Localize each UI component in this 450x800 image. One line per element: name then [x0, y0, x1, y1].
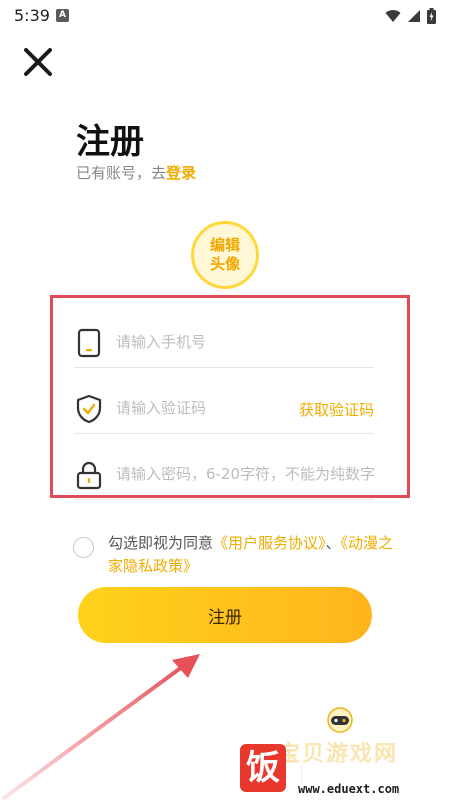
user-agreement-link[interactable]: 《用户服务协议》 — [213, 534, 326, 552]
notification-badge: A — [56, 9, 69, 22]
verification-code-input[interactable] — [116, 396, 286, 420]
signal-icon — [408, 10, 420, 22]
register-button[interactable]: 注册 — [78, 587, 372, 643]
status-bar: 5:39 A — [0, 0, 450, 32]
password-field — [74, 448, 374, 500]
lock-icon — [76, 461, 102, 490]
gamepad-icon — [327, 707, 353, 733]
agreement-separator: 、 — [325, 534, 341, 552]
edit-avatar-button[interactable]: 编辑头像 — [191, 221, 259, 289]
battery-icon — [427, 8, 436, 24]
login-link[interactable]: 登录 — [166, 164, 196, 182]
agreement-checkbox[interactable] — [73, 537, 94, 558]
agreement-text: 勾选即视为同意《用户服务协议》、《动漫之家隐私政策》 — [108, 532, 398, 578]
register-button-label: 注册 — [208, 607, 242, 628]
watermark-logo: 宝贝游戏网 饭 干饭手游网 www.eduext.com — [238, 706, 448, 798]
verification-code-field: 获取验证码 — [74, 382, 374, 434]
login-prompt: 已有账号，去登录 — [76, 162, 196, 183]
page-title: 注册 — [76, 122, 144, 162]
status-time: 5:39 — [14, 6, 50, 25]
watermark-url: www.eduext.com — [298, 782, 400, 796]
close-button[interactable] — [20, 44, 56, 80]
close-icon — [24, 48, 52, 76]
password-input[interactable] — [116, 462, 374, 486]
phone-input[interactable] — [116, 330, 366, 354]
status-icons — [385, 8, 436, 24]
shield-check-icon — [76, 394, 102, 424]
agreement-prefix: 勾选即视为同意 — [108, 534, 214, 552]
edit-avatar-label: 编辑头像 — [209, 236, 240, 273]
watermark-badge: 饭 — [240, 744, 286, 792]
get-code-button[interactable]: 获取验证码 — [299, 399, 374, 420]
login-prompt-text: 已有账号，去 — [76, 164, 167, 182]
phone-icon — [77, 328, 101, 358]
phone-field — [74, 316, 374, 368]
wifi-icon — [385, 10, 401, 22]
